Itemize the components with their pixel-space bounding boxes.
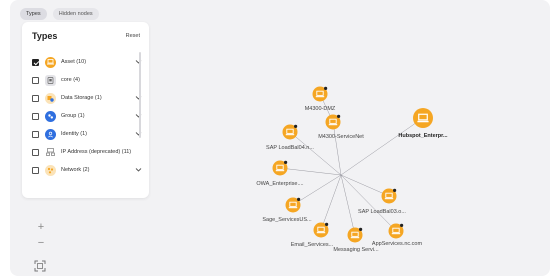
graph-node-label: SAP LoadBal04.n... <box>266 145 314 151</box>
type-item-label: Network (2) <box>61 167 90 173</box>
graph-node[interactable]: M4300-ServiceNet <box>318 114 364 141</box>
identity-icon <box>45 128 56 140</box>
graph-node-label: Email_Services... <box>291 242 334 248</box>
monitor-base-icon <box>316 232 326 234</box>
data-storage-checkbox[interactable] <box>32 94 39 102</box>
graph-edge <box>332 121 342 176</box>
node-status-dot <box>325 222 329 226</box>
graph-edge <box>320 174 342 231</box>
type-item-identity[interactable]: Identity (1) <box>32 128 87 140</box>
graph-node-label: M4300-DMZ <box>305 106 336 112</box>
chevron-down-icon[interactable] <box>135 164 142 176</box>
graph-edge <box>279 167 342 176</box>
panel-title: Types <box>32 31 58 41</box>
monitor-base-icon <box>328 124 338 126</box>
graph-node-label: OWA_Enterprise.... <box>256 181 304 187</box>
monitor-base-icon <box>417 120 429 123</box>
core-icon <box>45 74 56 86</box>
data-storage-icon <box>45 92 56 104</box>
monitor-base-icon <box>391 233 401 235</box>
graph-node-label: SAP LoadBal03.o... <box>358 209 406 215</box>
type-item-core[interactable]: core (4) <box>32 74 80 86</box>
monitor-base-icon <box>315 96 325 98</box>
monitor-base-icon <box>384 198 394 200</box>
type-item-label: Group (1) <box>61 113 85 119</box>
node-status-dot <box>284 160 288 164</box>
graph-node-label: Messaging Servi... <box>333 247 379 253</box>
type-item-label: Asset (10) <box>61 59 87 65</box>
identity-checkbox[interactable] <box>32 130 39 138</box>
types-panel: Types Reset Asset (10) core (4) Data Sto… <box>22 22 149 198</box>
node-status-dot <box>294 124 298 128</box>
core-checkbox[interactable] <box>32 76 39 84</box>
graph-node-label: M4300-ServiceNet <box>318 134 364 140</box>
network-icon <box>45 164 56 176</box>
asset-checkbox[interactable] <box>32 58 39 66</box>
graph-node[interactable]: SAP LoadBal03.o... <box>358 188 406 216</box>
type-item-asset[interactable]: Asset (10) <box>32 56 86 68</box>
fit-view-icon[interactable] <box>33 259 47 273</box>
type-item-data-storage[interactable]: Data Storage (1) <box>32 92 102 104</box>
graph-node-label: Sage_ServicesUS... <box>262 217 312 223</box>
type-item-label: Data Storage (1) <box>61 95 102 101</box>
graph-node[interactable]: SAP LoadBal04.n... <box>266 124 314 152</box>
node-status-dot <box>337 114 341 118</box>
graph-node[interactable]: Sage_ServicesUS... <box>262 197 312 224</box>
node-status-dot <box>359 227 363 231</box>
type-item-group[interactable]: Group (1) <box>32 110 85 122</box>
graph-node-label: Hubspot_Enterpr... <box>398 133 448 139</box>
node-status-dot <box>297 197 301 201</box>
graph-node[interactable]: OWA_Enterprise.... <box>256 160 304 188</box>
node-status-dot <box>324 86 328 90</box>
graph-node[interactable]: AppServices.nc.com <box>372 223 423 248</box>
panel-scrollbar[interactable] <box>139 52 141 138</box>
type-item-ip-address[interactable]: IP Address (deprecated) (11) <box>32 146 131 158</box>
monitor-base-icon <box>288 207 298 209</box>
monitor-base-icon <box>285 134 295 136</box>
zoom-in-button[interactable]: + <box>34 220 48 234</box>
asset-node-circle[interactable] <box>413 108 433 128</box>
reset-button[interactable]: Reset <box>126 33 140 39</box>
graph-edge <box>340 174 390 197</box>
zoom-out-button[interactable]: − <box>34 236 48 250</box>
graph-node-label: AppServices.nc.com <box>372 241 423 247</box>
graph-edge <box>340 174 356 236</box>
ip-address-checkbox[interactable] <box>32 148 39 156</box>
type-item-label: IP Address (deprecated) (11) <box>61 149 132 155</box>
monitor-base-icon <box>350 237 360 239</box>
node-status-dot <box>393 188 397 192</box>
group-checkbox[interactable] <box>32 112 39 120</box>
graph-node[interactable]: Email_Services... <box>291 222 334 249</box>
type-item-label: core (4) <box>61 77 80 83</box>
monitor-base-icon <box>275 170 285 172</box>
graph-node[interactable]: M4300-DMZ <box>305 86 336 113</box>
type-item-network[interactable]: Network (2) <box>32 164 89 176</box>
graph-node[interactable]: Hubspot_Enterpr... <box>398 108 448 139</box>
node-status-dot <box>400 223 404 227</box>
type-item-label: Identity (1) <box>61 131 87 137</box>
graph-edge <box>292 174 342 206</box>
graph-edge <box>340 117 424 176</box>
asset-icon <box>45 56 56 68</box>
ip-address-icon <box>45 146 56 158</box>
network-checkbox[interactable] <box>32 166 39 174</box>
group-icon <box>45 110 56 122</box>
